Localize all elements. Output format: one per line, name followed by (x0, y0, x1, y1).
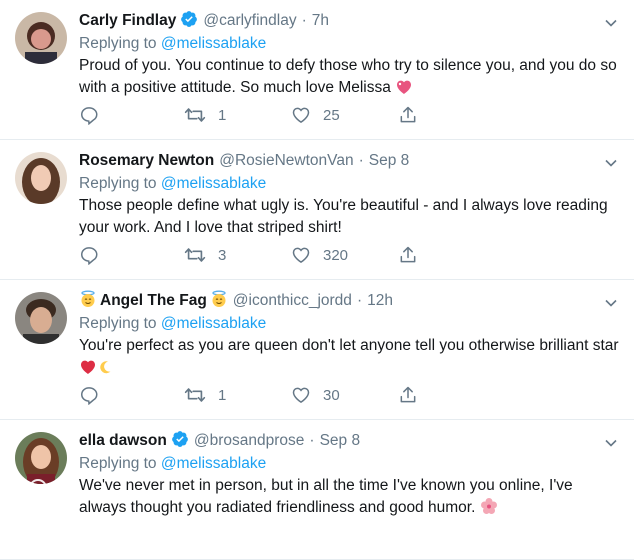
tweet-header: Angel The Fag @iconthicc_jordd · 12h (79, 290, 622, 312)
share-button[interactable] (398, 385, 418, 405)
share-icon (400, 246, 416, 263)
crescent-moon-icon (97, 359, 113, 382)
mention-link[interactable]: @melissablake (161, 175, 266, 192)
verified-badge-icon (171, 430, 189, 453)
retweet-icon (184, 388, 206, 402)
tweet-header: Carly Findlay @carlyfindlay · 7h (79, 10, 622, 32)
replying-label: Replying to (79, 315, 157, 332)
tweet-text: You're perfect as you are queen don't le… (79, 335, 619, 382)
like-count: 320 (323, 246, 349, 264)
tweet-text-body: You're perfect as you are queen don't le… (79, 337, 619, 354)
avatar[interactable] (15, 432, 67, 484)
reply-button[interactable] (79, 385, 111, 405)
watermark-text: YJC (51, 480, 77, 496)
hibiscus-icon (480, 497, 498, 522)
chevron-down-icon[interactable] (604, 16, 618, 35)
chevron-down-icon[interactable] (604, 436, 618, 455)
separator-dot: · (309, 432, 315, 449)
replying-to: Replying to @melissablake (79, 173, 622, 195)
like-count: 30 (323, 386, 340, 404)
display-name[interactable]: Carly Findlay (79, 12, 176, 30)
tweet[interactable]: ella dawson @brosandprose · Sep 8 Replyi… (0, 420, 634, 560)
display-name[interactable]: Rosemary Newton (79, 152, 214, 170)
retweet-icon (184, 248, 206, 262)
chevron-down-icon[interactable] (604, 156, 618, 175)
reply-button[interactable] (79, 105, 111, 125)
chevron-down-icon[interactable] (604, 296, 618, 315)
tweet[interactable]: Carly Findlay @carlyfindlay · 7h Replyin… (0, 0, 634, 140)
tweet[interactable]: Rosemary Newton @RosieNewtonVan · Sep 8 … (0, 140, 634, 280)
share-button[interactable] (398, 105, 418, 125)
retweet-button[interactable]: 1 (184, 105, 226, 125)
tweet-text: Proud of you. You continue to defy those… (79, 55, 619, 102)
like-button[interactable]: 320 (291, 245, 348, 265)
retweet-button[interactable]: 1 (184, 385, 226, 405)
angel-emoji-icon (79, 290, 97, 313)
angel-emoji-icon (210, 290, 228, 313)
tweet-actions: 1 25 (79, 105, 439, 131)
share-button[interactable] (398, 245, 418, 265)
heart-icon (292, 247, 310, 263)
reply-icon (80, 247, 98, 265)
tweet-timestamp[interactable]: Sep 8 (369, 152, 410, 170)
user-handle[interactable]: @RosieNewtonVan (219, 152, 353, 170)
reply-icon (80, 387, 98, 405)
tweet-actions: 1 30 (79, 385, 439, 411)
user-handle[interactable]: @iconthicc_jordd (233, 292, 352, 310)
tweet-timestamp[interactable]: Sep 8 (320, 432, 361, 450)
separator-dot: · (356, 292, 363, 309)
retweet-button[interactable]: 3 (184, 245, 226, 265)
watermark-icon (29, 479, 47, 497)
heart-sparkle-icon (395, 79, 413, 102)
tweet-header: Rosemary Newton @RosieNewtonVan · Sep 8 (79, 150, 622, 172)
share-icon (400, 386, 416, 403)
red-heart-icon (79, 359, 97, 382)
heart-icon (292, 107, 310, 123)
mention-link[interactable]: @melissablake (161, 35, 266, 52)
retweet-count: 1 (218, 106, 227, 124)
avatar[interactable] (15, 292, 67, 344)
separator-dot: · (301, 12, 307, 29)
tweet-text-body: Proud of you. You continue to defy those… (79, 57, 617, 96)
tweet-text: We've never met in person, but in all th… (79, 475, 619, 522)
reply-button[interactable] (79, 245, 111, 265)
retweet-count: 3 (218, 246, 227, 264)
display-name[interactable]: Angel The Fag (100, 292, 207, 310)
retweet-icon (184, 108, 206, 122)
reply-icon (80, 107, 98, 125)
mention-link[interactable]: @melissablake (161, 455, 266, 472)
tweet-header: ella dawson @brosandprose · Sep 8 (79, 430, 622, 452)
tweet-timestamp[interactable]: 12h (367, 292, 393, 310)
verified-badge-icon (180, 10, 198, 33)
replying-label: Replying to (79, 35, 157, 52)
share-icon (400, 106, 416, 123)
tweet-timestamp[interactable]: 7h (312, 12, 329, 30)
replying-label: Replying to (79, 455, 157, 472)
replying-to: Replying to @melissablake (79, 313, 622, 335)
tweet-actions: 3 320 (79, 245, 439, 271)
tweet[interactable]: Angel The Fag @iconthicc_jordd · 12h Rep… (0, 280, 634, 420)
separator-dot: · (358, 152, 364, 169)
avatar[interactable] (15, 12, 67, 64)
avatar[interactable] (15, 152, 67, 204)
replying-to: Replying to @melissablake (79, 453, 622, 475)
replying-to: Replying to @melissablake (79, 33, 622, 55)
user-handle[interactable]: @brosandprose (194, 432, 305, 450)
like-button[interactable]: 30 (291, 385, 340, 405)
tweet-text: Those people define what ugly is. You're… (79, 197, 608, 236)
retweet-count: 1 (218, 386, 227, 404)
heart-icon (292, 387, 310, 403)
tweet-text-body: We've never met in person, but in all th… (79, 477, 573, 516)
display-name[interactable]: ella dawson (79, 432, 167, 450)
like-button[interactable]: 25 (291, 105, 340, 125)
watermark-logo: YJC (28, 478, 76, 498)
like-count: 25 (323, 106, 340, 124)
replying-label: Replying to (79, 175, 157, 192)
mention-link[interactable]: @melissablake (161, 315, 266, 332)
user-handle[interactable]: @carlyfindlay (203, 12, 296, 30)
